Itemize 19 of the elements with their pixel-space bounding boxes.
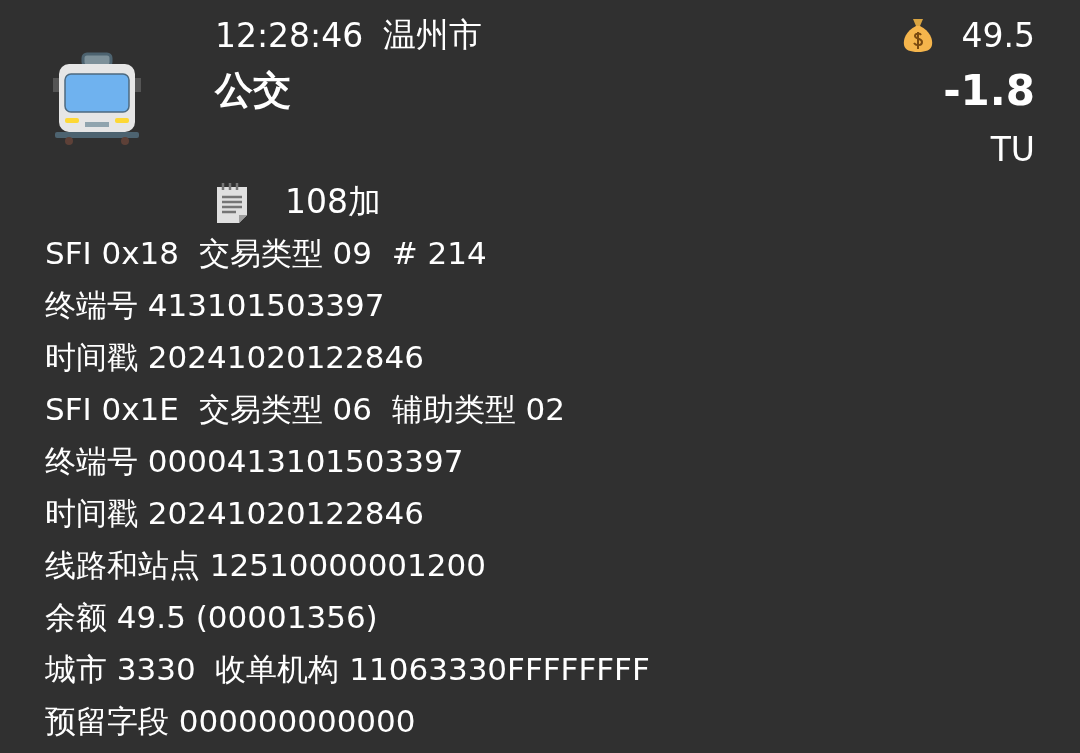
record-line: 预留字段 000000000000: [45, 702, 416, 741]
balance-text: 49.5: [961, 15, 1035, 55]
record-line: 时间戳 20241020122846: [45, 338, 424, 377]
time-text: 12:28:46: [215, 15, 364, 55]
record-line: 线路和站点 12510000001200: [45, 546, 486, 585]
record-line: 终端号 413101503397: [45, 286, 385, 325]
record-line: 时间戳 20241020122846: [45, 494, 424, 533]
record-line: 余额 49.5 (00001356): [45, 598, 378, 637]
record-line: SFI 0x1E 交易类型 06 辅助类型 02: [45, 390, 565, 429]
note-text: 108加: [285, 180, 381, 223]
unit-text: TU: [990, 129, 1035, 169]
transit-title: 公交: [215, 66, 291, 114]
fare-amount: -1.8: [943, 65, 1035, 115]
notepad-icon: [215, 181, 249, 223]
city-text: 温州市: [383, 13, 483, 56]
record-line: 终端号 0000413101503397: [45, 442, 464, 481]
bus-icon: [53, 52, 141, 146]
record-line: 城市 3330 收单机构 11063330FFFFFFFF: [45, 650, 650, 689]
record-line: SFI 0x18 交易类型 09 # 214: [45, 234, 487, 273]
